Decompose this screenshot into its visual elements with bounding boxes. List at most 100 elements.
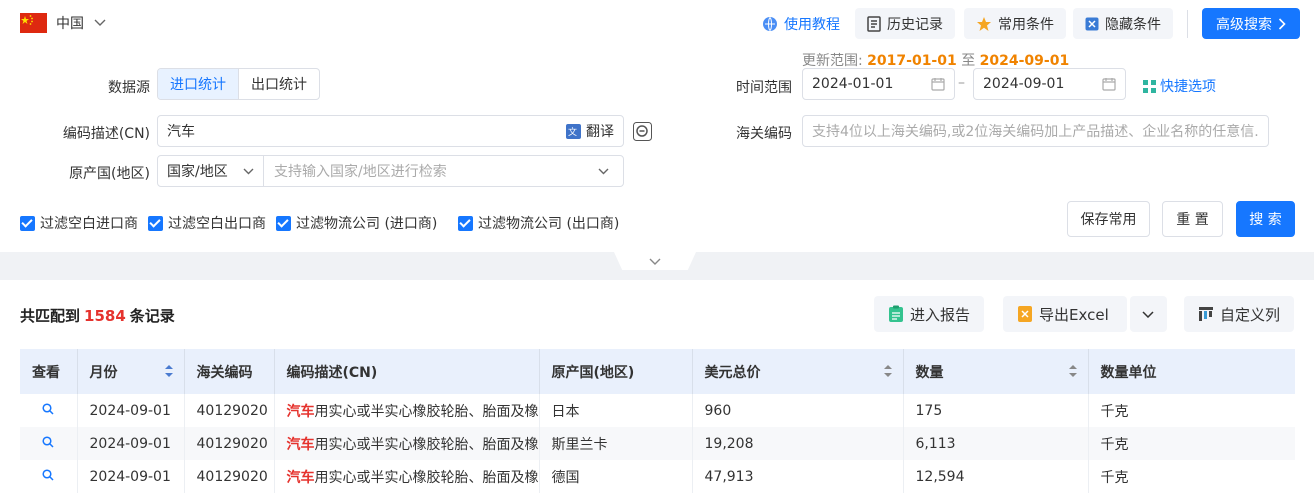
checkbox-checked-icon [20, 215, 35, 231]
tutorial-button[interactable]: 使用教程 [750, 8, 852, 39]
origin-placeholder: 支持输入国家/地区进行检索 [274, 164, 447, 180]
result-count: 共匹配到 1584 条记录 [20, 305, 175, 326]
custom-columns-label: 自定义列 [1220, 305, 1281, 324]
tutorial-label: 使用教程 [784, 16, 840, 33]
col-origin: 原产国(地区) [539, 349, 693, 394]
advanced-search-button[interactable]: 高级搜索 [1202, 8, 1300, 39]
export-stats-tab[interactable]: 出口统计 [238, 69, 319, 99]
history-label: 历史记录 [887, 16, 943, 33]
translate-button[interactable]: 文 翻译 [566, 121, 614, 141]
calendar-icon [1102, 78, 1116, 91]
import-stats-tab[interactable]: 进口统计 [158, 69, 238, 99]
table-row: 2024-09-01 40129020 汽车用实心或半实心橡胶轮胎、胎面及橡 德… [20, 460, 1295, 493]
advanced-search-label: 高级搜索 [1216, 16, 1272, 33]
quick-options-link[interactable]: 快捷选项 [1143, 76, 1216, 96]
col-unit: 数量单位 [1100, 364, 1157, 381]
filter-label: 过滤空白出口商 [168, 216, 266, 232]
china-flag-icon[interactable] [20, 13, 47, 33]
report-label: 进入报告 [910, 305, 971, 324]
search-button[interactable]: 搜 索 [1236, 201, 1295, 237]
origin-cell: 斯里兰卡 [539, 427, 693, 460]
save-common-button[interactable]: 保存常用 [1067, 201, 1150, 237]
filter-logistics-importer-checkbox[interactable]: 过滤物流公司 (进口商) [276, 213, 437, 233]
search-icon[interactable] [42, 435, 54, 448]
hs-code-placeholder: 支持4位以上海关编码,或2位海关编码加上产品描述、企业名称的任意信... [812, 124, 1259, 140]
origin-cell: 德国 [539, 460, 693, 493]
collapse-toggle[interactable] [614, 252, 696, 270]
date-start-input[interactable]: 2024-01-01 [802, 68, 955, 100]
hidden-conditions-button[interactable]: 隐藏条件 [1073, 8, 1173, 39]
update-range-note: 更新范围: 2017-01-01 至 2024-09-01 [802, 50, 1069, 70]
desc-cell: 汽车用实心或半实心橡胶轮胎、胎面及橡 [274, 394, 540, 427]
view-cell[interactable] [20, 460, 78, 493]
sort-icon[interactable] [1068, 363, 1078, 379]
chevron-down-icon [649, 258, 661, 265]
result-count-number: 1584 [84, 307, 126, 325]
col-month-label: 月份 [89, 364, 118, 381]
date-start-value: 2024-01-01 [812, 76, 894, 92]
time-range-label: 时间范围 [736, 80, 792, 96]
unit-cell: 千克 [1100, 403, 1129, 420]
table-row: 2024-09-01 40129020 汽车用实心或半实心橡胶轮胎、胎面及橡 日… [20, 394, 1295, 427]
translate-label: 翻译 [586, 124, 614, 140]
month-cell: 2024-09-01 [77, 460, 185, 493]
table-header-row: 查看 月份 海关编码 编码描述(CN) 原产国(地区) 美元总价 数量 数量单位 [20, 349, 1295, 394]
desc-highlight: 汽车 [286, 403, 315, 420]
globe-icon [763, 16, 777, 31]
date-end-value: 2024-09-01 [983, 76, 1065, 92]
col-month[interactable]: 月份 [77, 349, 185, 394]
desc-cell: 汽车用实心或半实心橡胶轮胎、胎面及橡 [274, 460, 540, 493]
export-dropdown-button[interactable] [1130, 296, 1167, 332]
sort-icon[interactable] [883, 363, 893, 379]
export-excel-label: 导出Excel [1039, 305, 1109, 324]
hs-code-label: 海关编码 [736, 126, 792, 142]
country-label: 中国 [56, 16, 84, 32]
desc-cell: 汽车用实心或半实心橡胶轮胎、胎面及橡 [274, 427, 540, 460]
origin-type-select[interactable]: 国家/地区 [158, 156, 264, 186]
hs-cell: 40129020 [184, 427, 275, 460]
export-excel-button[interactable]: 导出Excel [1003, 296, 1127, 332]
hidden-conditions-label: 隐藏条件 [1105, 16, 1161, 33]
report-button[interactable]: 进入报告 [874, 296, 985, 332]
origin-type-value: 国家/地区 [167, 164, 228, 180]
hs-code-input[interactable]: 支持4位以上海关编码,或2位海关编码加上产品描述、企业名称的任意信... [802, 115, 1269, 147]
chevron-right-icon [1278, 17, 1286, 30]
checkbox-checked-icon [276, 215, 291, 231]
search-icon[interactable] [42, 468, 54, 481]
quick-options-label: 快捷选项 [1160, 79, 1216, 95]
hs-cell: 40129020 [184, 460, 275, 493]
filter-blank-exporter-checkbox[interactable]: 过滤空白出口商 [148, 213, 266, 233]
origin-search-input[interactable]: 支持输入国家/地区进行检索 [264, 156, 623, 186]
view-cell[interactable] [20, 394, 78, 427]
datasource-label: 数据源 [108, 80, 150, 96]
common-conditions-button[interactable]: 常用条件 [964, 8, 1066, 39]
desc-text: 用实心或半实心橡胶轮胎、胎面及橡 [314, 403, 539, 420]
history-icon [867, 15, 881, 32]
custom-columns-button[interactable]: 自定义列 [1184, 296, 1295, 332]
history-button[interactable]: 历史记录 [855, 8, 955, 39]
datasource-toggle: 进口统计 出口统计 [157, 68, 320, 100]
date-end-input[interactable]: 2024-09-01 [973, 68, 1126, 100]
desc-label: 编码描述(CN) [62, 126, 150, 142]
results-table: 查看 月份 海关编码 编码描述(CN) 原产国(地区) 美元总价 数量 数量单位… [20, 349, 1295, 493]
qty-cell: 175 [903, 394, 1089, 427]
col-quantity[interactable]: 数量 [903, 349, 1089, 394]
search-icon[interactable] [42, 402, 54, 415]
desc-value: 汽车 [167, 124, 195, 140]
calendar-icon [931, 78, 945, 91]
unit-cell: 千克 [1100, 436, 1129, 453]
reset-button[interactable]: 重 置 [1162, 201, 1223, 237]
sort-icon[interactable] [164, 363, 174, 379]
filter-blank-importer-checkbox[interactable]: 过滤空白进口商 [20, 213, 138, 233]
col-usd-total[interactable]: 美元总价 [692, 349, 904, 394]
view-cell[interactable] [20, 427, 78, 460]
desc-highlight: 汽车 [286, 436, 315, 453]
country-selector[interactable]: 中国 [56, 13, 106, 33]
month-cell: 2024-09-01 [77, 394, 185, 427]
filter-logistics-exporter-checkbox[interactable]: 过滤物流公司 (出口商) [458, 213, 619, 233]
origin-field: 国家/地区 支持输入国家/地区进行检索 [157, 155, 624, 187]
desc-input[interactable]: 汽车 文 翻译 [157, 115, 624, 147]
col-view: 查看 [20, 349, 78, 394]
search-help-icon[interactable] [633, 122, 652, 141]
chevron-down-icon [1142, 310, 1154, 318]
